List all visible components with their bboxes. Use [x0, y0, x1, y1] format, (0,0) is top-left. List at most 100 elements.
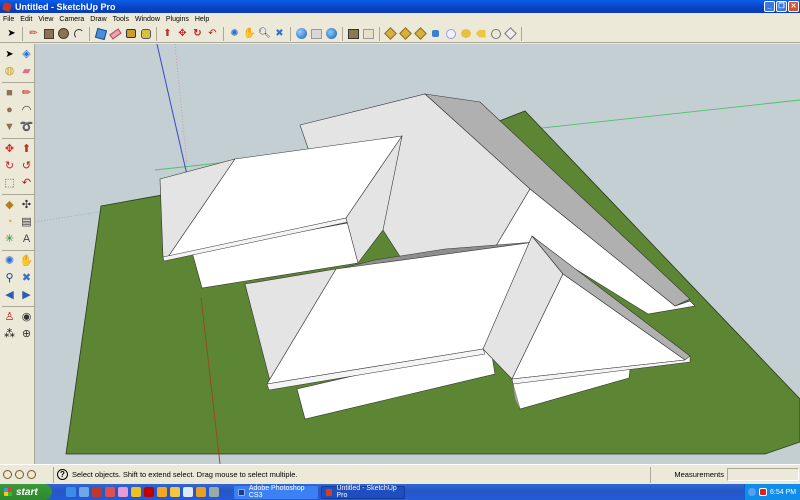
position-camera-tool[interactable]: ♙ [2, 310, 17, 325]
start-button[interactable]: start [0, 484, 52, 500]
chrome-icon[interactable] [196, 487, 206, 497]
circle-tool[interactable] [57, 27, 70, 40]
pencil-tool[interactable]: ✏ [27, 27, 40, 40]
eraser-tool[interactable]: ▰ [19, 64, 34, 79]
arc-tool[interactable] [72, 27, 85, 40]
move-tool[interactable]: ✥ [2, 142, 17, 157]
toggle-terrain-tool[interactable] [362, 27, 375, 40]
component-options-tool[interactable] [474, 27, 487, 40]
pan-tool[interactable]: ✋ [19, 254, 34, 269]
freehand-tool[interactable]: ➰ [19, 120, 34, 135]
rotate-tool[interactable]: ↻ [191, 27, 204, 40]
section-plane-tool[interactable]: ⊕ [19, 327, 34, 342]
messenger-icon[interactable] [105, 487, 115, 497]
protractor-tool[interactable]: ◔ [2, 215, 17, 230]
outline-tool[interactable] [489, 27, 502, 40]
walk-tool[interactable]: ⁂ [2, 327, 17, 342]
polygon-tool[interactable]: ▼ [2, 120, 17, 135]
orbit-tool[interactable]: ✺ [2, 254, 17, 269]
axes-tool[interactable]: ✳ [2, 232, 17, 247]
measurements-input[interactable] [727, 468, 799, 481]
tape-measure-tool[interactable] [124, 27, 137, 40]
previous-view-tool[interactable]: ◀ [2, 288, 17, 303]
follow-me-tool[interactable]: ↶ [206, 27, 219, 40]
close-button[interactable]: ✕ [788, 1, 799, 12]
user-icon[interactable] [27, 470, 36, 479]
paint-bucket-tool[interactable] [139, 27, 152, 40]
zoom-extents-tool[interactable]: ✖ [19, 271, 34, 286]
outlook-icon[interactable] [79, 487, 89, 497]
circle-tool[interactable]: ● [2, 103, 17, 118]
geo-location-icon[interactable] [3, 470, 12, 479]
pan-tool[interactable]: ✋ [243, 27, 256, 40]
interact-tool[interactable] [459, 27, 472, 40]
rotate-tool[interactable]: ↻ [2, 159, 17, 174]
make-component-tool[interactable] [94, 27, 107, 40]
task-sketchup[interactable]: Untitled - SketchUp Pro [321, 485, 405, 499]
tray-expand-icon[interactable] [748, 488, 756, 496]
box-icon[interactable] [170, 487, 180, 497]
task-photoshop[interactable]: Adobe Photoshop CS3 [234, 485, 318, 499]
menu-draw[interactable]: Draw [90, 16, 106, 23]
push-pull-tool[interactable]: ⬆ [19, 142, 34, 157]
menu-plugins[interactable]: Plugins [166, 16, 189, 23]
3d-text-tool[interactable]: A [19, 232, 34, 247]
zoom-tool[interactable]: 🔍︎ [258, 27, 271, 40]
next-view-tool[interactable]: ▶ [19, 288, 34, 303]
offset-tool[interactable]: ↶ [19, 176, 34, 191]
share-model-tool[interactable] [310, 27, 323, 40]
notepad-icon[interactable] [183, 487, 193, 497]
circle-icon: ● [6, 104, 13, 116]
menu-file[interactable]: File [3, 16, 14, 23]
antivirus-icon[interactable] [759, 488, 767, 496]
push-pull-tool[interactable]: ⬆ [161, 27, 174, 40]
eraser-tool[interactable] [109, 27, 122, 40]
orbit-tool[interactable]: ✺ [228, 27, 241, 40]
rectangle-tool[interactable]: ■ [2, 86, 17, 101]
menu-view[interactable]: View [38, 16, 53, 23]
dimension-tool[interactable]: ✣ [19, 198, 34, 213]
tape-measure-tool[interactable]: ◆ [2, 198, 17, 213]
drawing-viewport[interactable] [35, 44, 800, 464]
get-current-view-tool[interactable] [347, 27, 360, 40]
share-component-tool[interactable] [414, 27, 427, 40]
move-tool[interactable]: ✥ [176, 27, 189, 40]
arc-tool[interactable]: ◠ [19, 103, 34, 118]
app-red-icon[interactable] [144, 487, 154, 497]
look-around-tool[interactable]: ◉ [19, 310, 34, 325]
follow-me-tool[interactable]: ↺ [19, 159, 34, 174]
media-icon[interactable] [92, 487, 102, 497]
network-icon[interactable] [209, 487, 219, 497]
make-component-tool[interactable]: ◈ [19, 47, 34, 62]
help-icon[interactable]: ? [57, 469, 68, 480]
ie-icon[interactable] [66, 487, 76, 497]
menu-tools[interactable]: Tools [113, 16, 129, 23]
menu-camera[interactable]: Camera [59, 16, 84, 23]
menu-help[interactable]: Help [195, 16, 209, 23]
minimize-button[interactable]: _ [764, 1, 775, 12]
scale-tool[interactable]: ⬚ [2, 176, 17, 191]
zoom-tool[interactable]: ⚲ [2, 271, 17, 286]
select-tool[interactable]: ➤ [2, 47, 17, 62]
place-model-tool[interactable] [384, 27, 397, 40]
restore-button[interactable]: ❐ [776, 1, 787, 12]
google-earth-tool[interactable] [325, 27, 338, 40]
picasa-icon[interactable] [157, 487, 167, 497]
rectangle-tool[interactable] [42, 27, 55, 40]
pencil-tool[interactable]: ✏ [19, 86, 34, 101]
clock[interactable]: 6:54 PM [770, 489, 796, 496]
component-cube-tool[interactable] [429, 27, 442, 40]
select-tool[interactable]: ➤ [5, 27, 18, 40]
menu-edit[interactable]: Edit [20, 16, 32, 23]
section-tool[interactable] [504, 27, 517, 40]
menu-window[interactable]: Window [135, 16, 160, 23]
get-models-tool[interactable] [295, 27, 308, 40]
smiley-icon[interactable] [131, 487, 141, 497]
credits-icon[interactable] [15, 470, 24, 479]
get-photo-texture-tool[interactable] [399, 27, 412, 40]
dynamic-component-tool[interactable] [444, 27, 457, 40]
zoom-extents-tool[interactable]: ✖ [273, 27, 286, 40]
text-tool[interactable]: ▤ [19, 215, 34, 230]
paint-bucket-tool[interactable]: ◍ [2, 64, 17, 79]
yahoo-icon[interactable] [118, 487, 128, 497]
